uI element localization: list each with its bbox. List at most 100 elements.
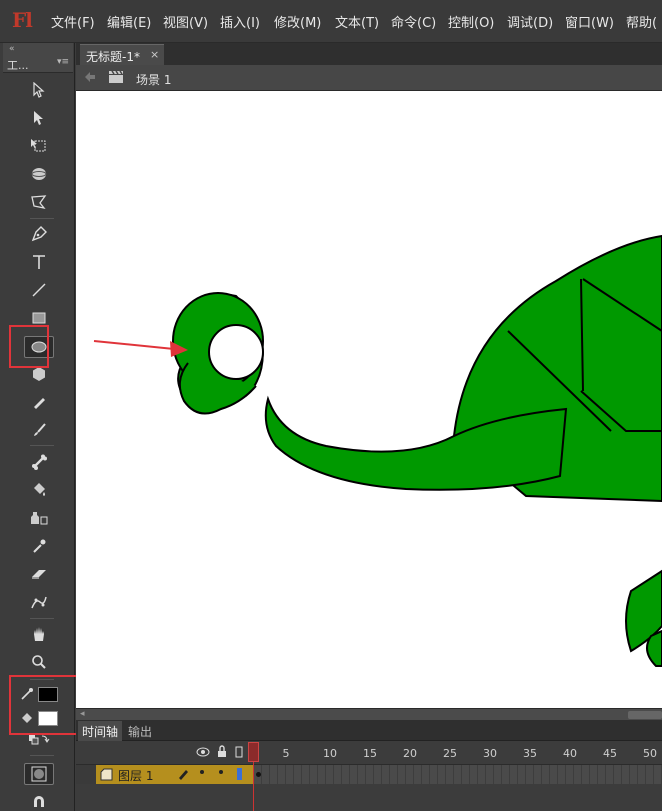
playhead-line — [253, 762, 254, 811]
timeline-tab-bar: 时间轴 输出 — [76, 720, 662, 741]
hand-tool[interactable] — [24, 623, 54, 645]
keyframe-dot[interactable] — [256, 772, 261, 777]
tab-output[interactable]: 输出 — [128, 723, 152, 740]
rectangle-icon — [32, 312, 46, 324]
subselection-tool[interactable] — [24, 107, 54, 129]
lock-dot[interactable] — [219, 770, 223, 774]
3d-rotation-icon — [31, 168, 47, 180]
deco-tool[interactable] — [24, 591, 54, 613]
bone-tool[interactable] — [24, 451, 54, 473]
outline-icon[interactable] — [235, 746, 243, 761]
layer-icon — [100, 768, 113, 784]
menu-commands[interactable]: 命令(C) — [391, 12, 436, 31]
eraser-tool[interactable] — [24, 563, 54, 585]
frame-number: 30 — [483, 747, 497, 760]
layer-row[interactable]: 图层 1 — [76, 765, 662, 784]
paint-bucket-tool[interactable] — [24, 479, 54, 501]
frame-number: 50 — [643, 747, 657, 760]
line-icon — [32, 283, 46, 297]
menu-help[interactable]: 帮助( — [626, 12, 657, 31]
lasso-tool[interactable] — [24, 191, 54, 213]
visibility-dot[interactable] — [200, 770, 204, 774]
scrollbar-thumb[interactable] — [628, 711, 662, 719]
frame-number: 5 — [282, 747, 290, 760]
turtle-eye — [208, 324, 264, 380]
document-tab-bar: 无标题-1* × — [76, 43, 662, 65]
free-transform-tool[interactable] — [24, 135, 54, 157]
document-tab[interactable]: 无标题-1* × — [80, 44, 164, 65]
frame-number: 15 — [363, 747, 377, 760]
menu-window[interactable]: 窗口(W) — [565, 12, 614, 31]
selection-tool-icon — [33, 82, 45, 98]
menu-text[interactable]: 文本(T) — [335, 12, 379, 31]
pencil-edit-icon — [177, 767, 189, 783]
eyedropper-icon — [33, 539, 46, 553]
polystar-icon — [33, 367, 45, 381]
pencil-tool[interactable] — [24, 391, 54, 413]
lasso-icon — [31, 195, 47, 209]
stage-canvas[interactable] — [76, 91, 662, 708]
edit-bar: 场景 1 — [76, 65, 662, 91]
menu-modify[interactable]: 修改(M) — [274, 12, 321, 31]
menu-file[interactable]: 文件(F) — [51, 12, 95, 31]
collapse-icon[interactable]: « — [9, 44, 15, 54]
back-arrow-icon[interactable] — [84, 71, 96, 86]
playhead[interactable] — [248, 742, 259, 762]
eyedropper-tool[interactable] — [24, 535, 54, 557]
subselection-tool-icon — [34, 111, 43, 125]
object-drawing-icon — [31, 766, 47, 782]
menu-bar: Fl 文件(F) 编辑(E) 视图(V) 插入(I) 修改(M) 文本(T) 命… — [0, 0, 662, 43]
menu-view[interactable]: 视图(V) — [163, 12, 208, 31]
close-icon[interactable]: × — [150, 48, 159, 61]
scroll-left-icon[interactable]: ◂ — [80, 709, 85, 719]
zoom-icon — [32, 655, 46, 669]
selection-tool[interactable] — [24, 79, 54, 101]
text-icon — [33, 255, 45, 269]
lock-icon[interactable] — [216, 745, 228, 761]
scene-icon — [108, 70, 124, 87]
object-drawing-toggle[interactable] — [24, 763, 54, 785]
hand-icon — [34, 627, 44, 641]
annotation-arrow — [93, 340, 175, 350]
layer-name-area[interactable]: 图层 1 — [96, 765, 254, 784]
frame-number: 35 — [523, 747, 537, 760]
text-tool[interactable] — [24, 251, 54, 273]
3d-rotation-tool[interactable] — [24, 163, 54, 185]
brush-tool[interactable] — [24, 419, 54, 441]
tab-timeline[interactable]: 时间轴 — [78, 721, 122, 741]
toolbox-title: 工... — [7, 59, 29, 72]
toolbox-panel: « 工... ▾≡ — [0, 43, 78, 811]
snap-toggle[interactable] — [24, 791, 54, 811]
pen-icon — [31, 226, 47, 242]
ink-bottle-tool[interactable] — [24, 507, 54, 529]
menu-control[interactable]: 控制(O) — [448, 12, 494, 31]
panel-menu-icon[interactable]: ▾≡ — [57, 57, 69, 67]
zoom-tool[interactable] — [24, 651, 54, 673]
ink-bottle-icon — [31, 512, 48, 525]
eraser-icon — [32, 570, 46, 579]
highlight-oval-tool — [9, 325, 49, 368]
menu-edit[interactable]: 编辑(E) — [107, 12, 151, 31]
paint-bucket-icon — [34, 483, 45, 496]
frames-area[interactable] — [254, 765, 662, 784]
menu-debug[interactable]: 调试(D) — [507, 12, 553, 31]
line-tool[interactable] — [24, 279, 54, 301]
magnet-icon — [34, 796, 44, 807]
stage-horizontal-scrollbar[interactable]: ◂ — [76, 708, 662, 720]
scene-label: 场景 1 — [136, 73, 172, 87]
toolbox-header: « 工... ▾≡ — [3, 43, 73, 73]
app-logo: Fl — [12, 8, 33, 32]
highlight-color-swatches — [9, 675, 78, 735]
menu-insert[interactable]: 插入(I) — [220, 12, 260, 31]
eye-icon[interactable] — [196, 746, 210, 761]
timeline-header: 1 5 10 15 20 25 30 35 40 45 50 — [76, 741, 662, 765]
timeline-panel: 时间轴 输出 1 5 10 15 20 25 30 35 40 45 50 图层… — [76, 720, 662, 811]
frame-number: 10 — [323, 747, 337, 760]
frame-number: 20 — [403, 747, 417, 760]
free-transform-icon — [31, 139, 46, 152]
frame-number: 40 — [563, 747, 577, 760]
pen-tool[interactable] — [24, 223, 54, 245]
brush-icon — [34, 423, 46, 436]
outline-color-box[interactable] — [237, 768, 242, 780]
frame-number: 25 — [443, 747, 457, 760]
